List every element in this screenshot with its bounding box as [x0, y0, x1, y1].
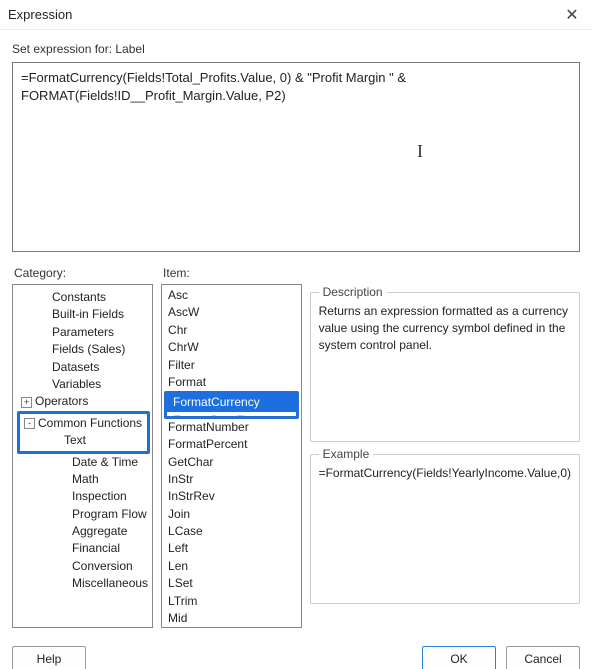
- tree-item-label: Miscellaneous: [72, 575, 148, 592]
- description-text: Returns an expression formatted as a cur…: [319, 303, 571, 353]
- list-item[interactable]: Join: [162, 506, 301, 523]
- tree-item-label: Date & Time: [72, 454, 138, 471]
- tree-item-label: Financial: [72, 540, 120, 557]
- ok-button[interactable]: OK: [422, 646, 496, 669]
- tree-item[interactable]: Parameters: [17, 324, 150, 341]
- close-icon[interactable]: ✕: [560, 5, 584, 25]
- item-label: Item:: [163, 266, 302, 280]
- example-fieldset: Example =FormatCurrency(Fields!YearlyInc…: [310, 454, 580, 604]
- tree-item[interactable]: Built-in Fields: [17, 306, 150, 323]
- tree-item-label: Parameters: [52, 324, 114, 341]
- list-item[interactable]: InStr: [162, 471, 301, 488]
- tree-item-label: Aggregate: [72, 523, 127, 540]
- plus-icon[interactable]: +: [21, 397, 32, 408]
- category-highlight: -Common FunctionsText: [17, 411, 150, 454]
- list-item[interactable]: LSet: [162, 575, 301, 592]
- list-item[interactable]: Replace: [162, 627, 301, 628]
- category-label: Category:: [14, 266, 153, 280]
- tree-item-text[interactable]: Text: [22, 432, 145, 449]
- list-item[interactable]: FormatNumber: [162, 419, 301, 436]
- tree-item-common-functions[interactable]: -Common Functions: [22, 415, 145, 432]
- list-item[interactable]: Mid: [162, 610, 301, 627]
- tree-item[interactable]: Variables: [17, 376, 150, 393]
- list-item-selected[interactable]: FormatCurrency: [167, 394, 296, 411]
- expression-input[interactable]: =FormatCurrency(Fields!Total_Profits.Val…: [12, 62, 580, 252]
- dialog-body: Set expression for: Label =FormatCurrenc…: [0, 30, 592, 638]
- list-item[interactable]: FormatPercent: [162, 436, 301, 453]
- category-column: Category: ConstantsBuilt-in FieldsParame…: [12, 262, 153, 628]
- tree-item[interactable]: Miscellaneous: [17, 575, 150, 592]
- tree-item[interactable]: Math: [17, 471, 150, 488]
- list-item[interactable]: GetChar: [162, 454, 301, 471]
- list-item[interactable]: Left: [162, 540, 301, 557]
- item-highlight: FormatCurrencyFormatDateTime: [164, 391, 299, 418]
- tree-item[interactable]: Date & Time: [17, 454, 150, 471]
- set-expression-label: Set expression for: Label: [12, 42, 580, 56]
- tree-item-label: Common Functions: [38, 415, 142, 432]
- tree-item-label: Operators: [35, 393, 88, 410]
- titlebar: Expression ✕: [0, 0, 592, 30]
- list-item[interactable]: LCase: [162, 523, 301, 540]
- tree-item[interactable]: +Operators: [17, 393, 150, 410]
- description-legend: Description: [319, 285, 387, 299]
- tree-item[interactable]: Fields (Sales): [17, 341, 150, 358]
- list-item[interactable]: InStrRev: [162, 488, 301, 505]
- window-title: Expression: [8, 7, 72, 22]
- tree-item-label: Fields (Sales): [52, 341, 125, 358]
- tree-item[interactable]: Conversion: [17, 558, 150, 575]
- tree-item-label: Constants: [52, 289, 106, 306]
- expression-text: =FormatCurrency(Fields!Total_Profits.Val…: [21, 70, 406, 103]
- footer: Help OK Cancel: [0, 638, 592, 669]
- tree-item-label: Conversion: [72, 558, 133, 575]
- panels: Category: ConstantsBuilt-in FieldsParame…: [12, 262, 580, 628]
- list-item[interactable]: Asc: [162, 287, 301, 304]
- list-item[interactable]: ChrW: [162, 339, 301, 356]
- list-item[interactable]: Filter: [162, 357, 301, 374]
- description-fieldset: Description Returns an expression format…: [310, 292, 580, 442]
- text-caret-icon: I: [417, 139, 423, 163]
- tree-item[interactable]: Datasets: [17, 359, 150, 376]
- tree-item[interactable]: Program Flow: [17, 506, 150, 523]
- tree-item[interactable]: Inspection: [17, 488, 150, 505]
- tree-item-label: Built-in Fields: [52, 306, 124, 323]
- list-item[interactable]: LTrim: [162, 593, 301, 610]
- item-list[interactable]: AscAscWChrChrWFilterFormatFormatCurrency…: [161, 284, 302, 628]
- list-item[interactable]: FormatDateTime: [167, 412, 296, 416]
- right-column: Description Returns an expression format…: [310, 262, 580, 628]
- tree-item-label: Datasets: [52, 359, 99, 376]
- cancel-button[interactable]: Cancel: [506, 646, 580, 669]
- minus-icon[interactable]: -: [24, 418, 35, 429]
- list-item[interactable]: Len: [162, 558, 301, 575]
- tree-item-label: Variables: [52, 376, 101, 393]
- tree-item-label: Program Flow: [72, 506, 147, 523]
- list-item[interactable]: Chr: [162, 322, 301, 339]
- example-text: =FormatCurrency(Fields!YearlyIncome.Valu…: [319, 465, 571, 482]
- category-tree[interactable]: ConstantsBuilt-in FieldsParametersFields…: [12, 284, 153, 628]
- tree-item-label: Inspection: [72, 488, 127, 505]
- tree-item[interactable]: Financial: [17, 540, 150, 557]
- help-button[interactable]: Help: [12, 646, 86, 669]
- tree-item-label: Text: [64, 432, 86, 449]
- tree-item[interactable]: Aggregate: [17, 523, 150, 540]
- example-legend: Example: [319, 447, 374, 461]
- tree-item[interactable]: Constants: [17, 289, 150, 306]
- item-column: Item: AscAscWChrChrWFilterFormatFormatCu…: [161, 262, 302, 628]
- list-item[interactable]: AscW: [162, 304, 301, 321]
- list-item[interactable]: Format: [162, 374, 301, 391]
- tree-item-label: Math: [72, 471, 99, 488]
